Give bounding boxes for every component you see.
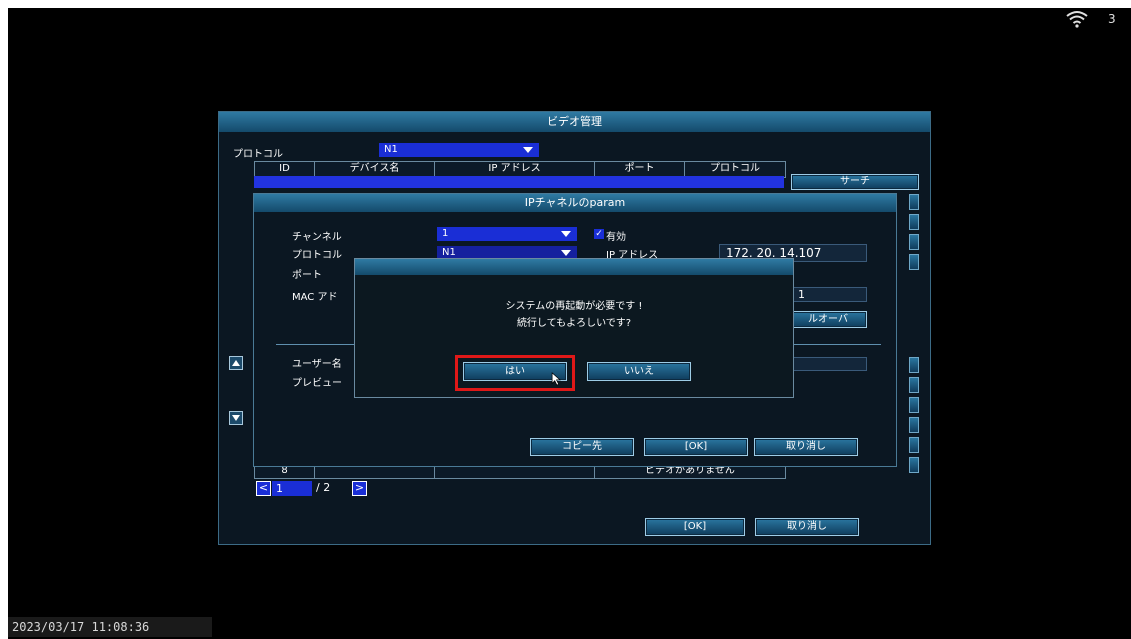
confirm-titlebar [355,259,793,275]
port-label: ポート [292,270,322,281]
restart-confirm-dialog: システムの再起動が必要です ! 続行してもよろしいです? はい いいえ [354,258,794,398]
ip-cancel-button[interactable]: 取り消し [754,438,858,456]
search-button[interactable]: サーチ [791,174,919,190]
col-id[interactable]: ID [255,162,315,177]
mac-label: MAC アド [292,292,338,303]
ip-protocol-label: プロトコル [292,250,342,261]
page-next-button[interactable]: > [352,481,367,496]
page-total: / 2 [316,481,331,494]
scroll-down-button[interactable] [229,411,243,425]
copy-to-button[interactable]: コピー先 [530,438,634,456]
username-label: ユーザー名 [292,359,342,370]
ip-cancel-button-label: 取り消し [786,441,826,452]
preview-label: プレビュー [292,378,342,389]
side-button-9[interactable] [909,437,919,453]
col-protocol[interactable]: プロトコル [685,162,785,177]
protocol-select-value: N1 [384,144,398,155]
username-field[interactable] [792,357,867,371]
side-button-6[interactable] [909,377,919,393]
timestamp: 2023/03/17 11:08:36 [8,617,212,637]
scroll-up-button[interactable] [229,356,243,370]
chevron-down-icon [523,147,533,153]
mac-field[interactable]: 1 [792,287,867,302]
side-button-4[interactable] [909,254,919,270]
side-button-1[interactable] [909,194,919,210]
side-button-10[interactable] [909,457,919,473]
wifi-icon [1066,11,1088,28]
ip-channel-title: IPチャネルのparam [254,194,896,212]
side-button-8[interactable] [909,417,919,433]
enabled-label: 有効 [606,232,626,243]
confirm-message-line1: システムの再起動が必要です ! [505,301,643,312]
chevron-down-icon [561,250,571,256]
ip-ok-button[interactable]: [OK] [644,438,748,456]
page-prev-button[interactable]: < [256,481,271,496]
failover-button-label: ルオーバ [808,314,848,325]
search-button-label: サーチ [840,176,870,187]
no-button[interactable]: いいえ [587,362,691,381]
side-button-5[interactable] [909,357,919,373]
video-management-title-text: ビデオ管理 [547,115,602,128]
selected-row[interactable] [254,176,784,188]
ip-ok-button-label: [OK] [684,441,708,452]
protocol-select[interactable]: N1 [379,143,539,157]
mouse-cursor-icon [551,372,561,386]
channel-select-value: 1 [442,228,449,239]
wifi-count: 3 [1108,12,1116,26]
no-button-label: いいえ [624,366,654,377]
dvr-screen: 3 ビデオ管理 プロトコル N1 ID デバイス名 IP アドレス ポート プロ… [8,8,1131,639]
ip-protocol-select-value: N1 [442,247,456,258]
col-port[interactable]: ポート [595,162,685,177]
side-button-7[interactable] [909,397,919,413]
side-button-2[interactable] [909,214,919,230]
side-button-3[interactable] [909,234,919,250]
enabled-checkbox[interactable]: ✓ [594,229,604,239]
cancel-button-label: 取り消し [787,521,827,532]
page-current-value: 1 [276,482,283,495]
col-device-name[interactable]: デバイス名 [315,162,435,177]
protocol-label: プロトコル [233,149,283,160]
chevron-down-icon [561,231,571,237]
mac-field-value: 1 [798,288,805,301]
yes-button-label: はい [505,366,525,377]
confirm-message-line2: 続行してもよろしいです? [516,318,632,329]
channel-label: チャンネル [292,232,342,243]
page-current-input[interactable]: 1 [272,481,312,496]
copy-to-button-label: コピー先 [562,441,602,452]
ok-button[interactable]: [OK] [645,518,745,536]
failover-button[interactable]: ルオーバ [789,311,867,328]
ok-button-label: [OK] [683,521,707,532]
col-ip-address[interactable]: IP アドレス [435,162,595,177]
video-management-title: ビデオ管理 [219,112,930,132]
channel-select[interactable]: 1 [437,227,577,241]
cancel-button[interactable]: 取り消し [755,518,859,536]
ip-channel-title-text: IPチャネルのparam [524,196,626,209]
